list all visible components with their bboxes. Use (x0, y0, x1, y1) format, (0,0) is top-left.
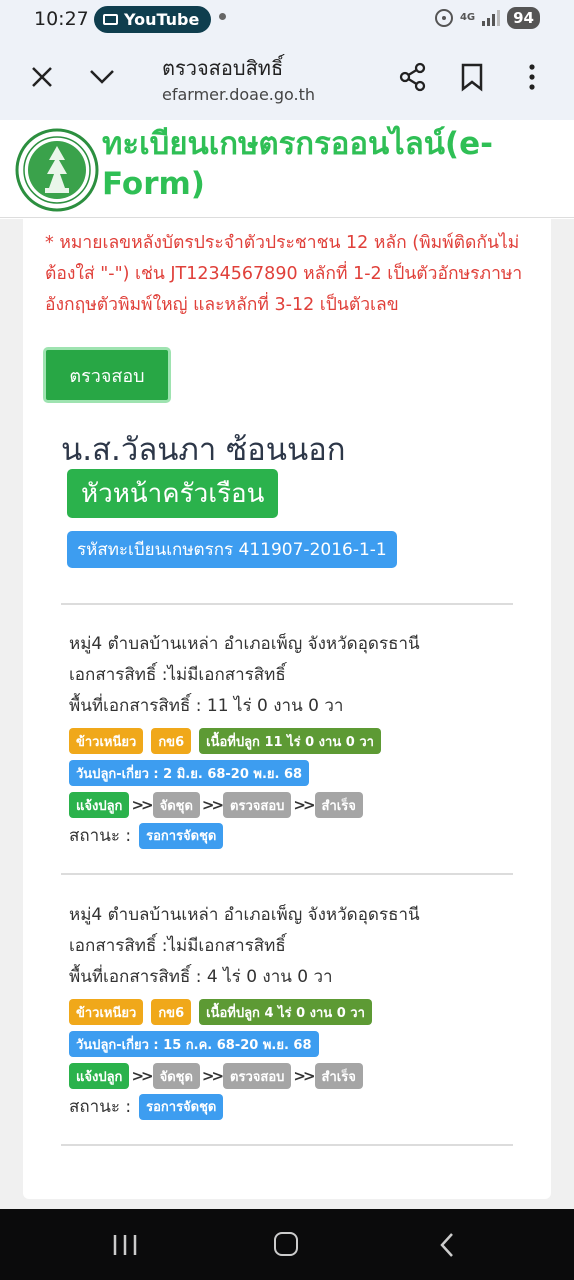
youtube-notification-pill[interactable]: YouTube (94, 6, 212, 33)
plot-item-1: หมู่4 ตำบลบ้านเหล่า อำเภอเพ็ญ จังหวัดอุด… (69, 629, 539, 849)
tv-icon (103, 14, 118, 25)
step-notify: แจ้งปลูก (69, 792, 130, 818)
page-url[interactable]: efarmer.doae.go.th (162, 85, 315, 104)
chevron-down-icon[interactable] (88, 66, 116, 88)
status-label: สถานะ : (69, 1097, 132, 1117)
dates-tag: วันปลูก-เกี่ยว : 15 ก.ค. 68-20 พ.ย. 68 (69, 1031, 319, 1057)
farmer-name: น.ส.วัลนภา ซ้อนนอก (61, 432, 346, 468)
network-type: 4G (459, 12, 476, 23)
site-title: ทะเบียนเกษตรกรออนไลน์(e-Form) (102, 126, 493, 202)
hotspot-icon (434, 9, 453, 27)
double-chevron-right-icon: >> (131, 796, 153, 814)
crop-tags: ข้าวเหนียว กข6 เนื้อที่ปลูก 4 ไร่ 0 งาน … (69, 999, 372, 1025)
crop-tags: ข้าวเหนียว กข6 เนื้อที่ปลูก 11 ไร่ 0 งาน… (69, 728, 381, 754)
plot-area: พื้นที่เอกสารสิทธิ์ : 4 ไร่ 0 งาน 0 วา (69, 967, 333, 987)
plot-location: หมู่4 ตำบลบ้านเหล่า อำเภอเพ็ญ จังหวัดอุด… (69, 634, 420, 654)
role-badge: หัวหน้าครัวเรือน (67, 469, 279, 518)
divider (61, 603, 513, 605)
double-chevron-right-icon: >> (131, 1067, 153, 1085)
step-complete: สำเร็จ (314, 1063, 363, 1089)
double-chevron-right-icon: >> (293, 1067, 315, 1085)
close-icon[interactable] (30, 65, 54, 89)
status-label: สถานะ : (69, 826, 132, 846)
main-content: * หมายเลขหลังบัตรประจำตัวประชาชน 12 หลัก… (0, 219, 574, 1209)
step-verify: ตรวจสอบ (223, 1063, 292, 1089)
plot-document: เอกสารสิทธิ์ :ไม่มีเอกสารสิทธิ์ (69, 665, 286, 685)
check-button[interactable]: ตรวจสอบ (43, 347, 171, 403)
variety-tag: กข6 (151, 728, 192, 754)
browser-toolbar: ตรวจสอบสิทธิ์ efarmer.doae.go.th (0, 40, 574, 120)
step-verify: ตรวจสอบ (223, 792, 292, 818)
planted-area-tag: เนื้อที่ปลูก 4 ไร่ 0 งาน 0 วา (199, 999, 372, 1025)
step-grouping: จัดชุด (152, 1063, 200, 1089)
status-bar: 10:27 YouTube 4G 94 (0, 0, 574, 40)
divider (61, 873, 513, 875)
system-navigation-bar (0, 1209, 574, 1280)
double-chevron-right-icon: >> (293, 796, 315, 814)
progress-steps: แจ้งปลูก >> จัดชุด >> ตรวจสอบ >> สำเร็จ (69, 792, 363, 818)
step-notify: แจ้งปลูก (69, 1063, 130, 1089)
status-row: สถานะ : รอการจัดชุด (69, 822, 224, 849)
status-badge: รอการจัดชุด (139, 822, 224, 849)
dates-row: วันปลูก-เกี่ยว : 15 ก.ค. 68-20 พ.ย. 68 (69, 1031, 319, 1057)
status-badge: รอการจัดชุด (139, 1093, 224, 1120)
crop-tag: ข้าวเหนียว (69, 728, 144, 754)
plot-location: หมู่4 ตำบลบ้านเหล่า อำเภอเพ็ญ จังหวัดอุด… (69, 905, 420, 925)
plot-area: พื้นที่เอกสารสิทธิ์ : 11 ไร่ 0 งาน 0 วา (69, 696, 344, 716)
step-complete: สำเร็จ (314, 792, 363, 818)
page-title: ตรวจสอบสิทธิ์ (162, 56, 284, 80)
doae-logo-icon (15, 128, 99, 212)
crop-tag: ข้าวเหนียว (69, 999, 144, 1025)
dates-tag: วันปลูก-เกี่ยว : 2 มิ.ย. 68-20 พ.ย. 68 (69, 760, 310, 786)
home-icon[interactable] (274, 1232, 298, 1256)
battery-level: 94 (507, 7, 540, 29)
double-chevron-right-icon: >> (201, 1067, 224, 1085)
share-icon[interactable] (398, 62, 428, 92)
planted-area-tag: เนื้อที่ปลูก 11 ไร่ 0 งาน 0 วา (199, 728, 381, 754)
registration-badge: รหัสทะเบียนเกษตรกร 411907-2016-1-1 (67, 531, 397, 568)
signal-icon (482, 10, 501, 26)
back-icon[interactable] (438, 1232, 456, 1258)
plot-item-2: หมู่4 ตำบลบ้านเหล่า อำเภอเพ็ญ จังหวัดอุด… (69, 900, 539, 1120)
double-chevron-right-icon: >> (201, 796, 224, 814)
divider (61, 1144, 513, 1146)
progress-steps: แจ้งปลูก >> จัดชุด >> ตรวจสอบ >> สำเร็จ (69, 1063, 363, 1089)
more-options-icon[interactable] (522, 62, 542, 92)
recent-apps-icon[interactable] (112, 1234, 138, 1256)
clock: 10:27 (34, 8, 89, 30)
notification-dot-icon (219, 13, 226, 20)
bookmark-icon[interactable] (460, 62, 484, 92)
notification-pill-label: YouTube (124, 10, 200, 29)
id-format-note: * หมายเลขหลังบัตรประจำตัวประชาชน 12 หลัก… (45, 233, 523, 315)
site-header: ทะเบียนเกษตรกรออนไลน์(e-Form) (0, 120, 574, 218)
plot-document: เอกสารสิทธิ์ :ไม่มีเอกสารสิทธิ์ (69, 936, 286, 956)
result-card: * หมายเลขหลังบัตรประจำตัวประชาชน 12 หลัก… (23, 219, 551, 1199)
dates-row: วันปลูก-เกี่ยว : 2 มิ.ย. 68-20 พ.ย. 68 (69, 760, 310, 786)
step-grouping: จัดชุด (152, 792, 200, 818)
status-icons: 4G 94 (434, 7, 540, 29)
variety-tag: กข6 (151, 999, 192, 1025)
status-row: สถานะ : รอการจัดชุด (69, 1093, 224, 1120)
